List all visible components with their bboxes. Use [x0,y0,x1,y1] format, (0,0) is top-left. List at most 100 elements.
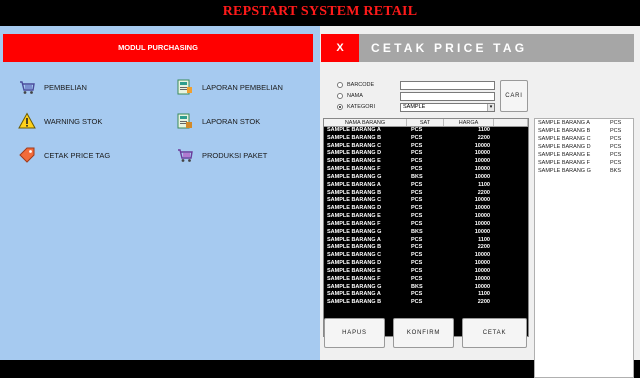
menu-item-warning-stok[interactable]: WARNING STOK [18,112,102,130]
package-cart-icon [176,146,194,164]
radio-label: KATEGORI [347,104,376,110]
table-body[interactable]: SAMPLE BARANG A PCS 1100 SAMPLE BARANG B PCS… [324,127,528,307]
table-cell: 10000 [474,275,490,282]
table-row[interactable]: SAMPLE BARANG D PCS 10000 [324,150,528,158]
radio-kategori[interactable]: KATEGORI [337,104,375,110]
menu-item-produksi-paket[interactable]: PRODUKSI PAKET [176,146,267,164]
menu-label: CETAK PRICE TAG [44,150,111,160]
cart-icon [18,78,36,96]
list-item[interactable]: SAMPLE BARANG B PCS [535,127,633,135]
radio-barcode[interactable]: BARCODE [337,82,374,88]
table-row[interactable]: SAMPLE BARANG A PCS 1100 [324,237,528,245]
table-row[interactable]: SAMPLE BARANG F PCS 10000 [324,276,528,284]
table-row[interactable]: SAMPLE BARANG G BKS 10000 [324,174,528,182]
menu-label: WARNING STOK [44,116,103,126]
radio-button[interactable] [337,104,343,110]
table-row[interactable]: SAMPLE BARANG C PCS 10000 [324,143,528,151]
list-item-unit: PCS [610,144,622,150]
table-cell: SAMPLE BARANG G [327,228,382,235]
close-button[interactable]: X [321,34,359,62]
report-icon [176,78,194,96]
table-cell: SAMPLE BARANG F [327,166,381,173]
hapus-button[interactable]: HAPUS [324,318,385,348]
list-item-name: SAMPLE BARANG D [538,144,591,150]
product-table[interactable]: NAMA BARANG SAT HARGA SAMPLE BARANG A PCS… [323,118,529,337]
kategori-select[interactable]: SAMPLE ▾ [400,103,495,112]
table-cell: 10000 [474,142,490,149]
menu-item-cetak-price-tag[interactable]: CETAK PRICE TAG [18,146,110,164]
list-item-name: SAMPLE BARANG G [538,168,591,174]
column-header[interactable]: HARGA [444,119,494,126]
list-item[interactable]: SAMPLE BARANG C PCS [535,135,633,143]
chevron-down-icon[interactable]: ▾ [487,104,494,111]
module-title: MODUL PURCHASING [3,34,313,62]
table-cell: SAMPLE BARANG B [327,244,382,251]
radio-nama[interactable]: NAMA [337,93,363,99]
table-row[interactable]: SAMPLE BARANG A PCS 1100 [324,127,528,135]
right-panel: X CETAK PRICE TAG BARCODE NAMA KATEGORI … [320,26,640,378]
app-title: REPSTART SYSTEM RETAIL [222,4,418,19]
menu-item-laporan-stok[interactable]: LAPORAN STOK [176,112,260,130]
table-row[interactable]: SAMPLE BARANG C PCS 10000 [324,197,528,205]
list-item[interactable]: SAMPLE BARANG D PCS [535,143,633,151]
table-cell: SAMPLE BARANG D [327,260,382,267]
list-item[interactable]: SAMPLE BARANG G BKS [535,167,633,175]
konfirm-button[interactable]: KONFIRM [393,318,454,348]
search-button[interactable]: CARI [500,80,528,112]
table-row[interactable]: SAMPLE BARANG A PCS 1100 [324,291,528,299]
table-cell: PCS [411,134,423,141]
table-row[interactable]: SAMPLE BARANG E PCS 10000 [324,268,528,276]
table-cell: PCS [411,197,423,204]
table-row[interactable]: SAMPLE BARANG D PCS 10000 [324,205,528,213]
menu-item-laporan-pembelian[interactable]: LAPORAN PEMBELIAN [176,78,283,96]
table-header: NAMA BARANG SAT HARGA [324,119,528,127]
table-cell: 2200 [477,189,490,196]
table-cell: PCS [411,244,423,251]
list-item-unit: BKS [610,168,622,174]
table-cell: 1100 [478,291,490,298]
table-cell: 10000 [474,173,490,180]
list-item-name: SAMPLE BARANG F [538,160,590,166]
table-row[interactable]: SAMPLE BARANG F PCS 10000 [324,166,528,174]
table-row[interactable]: SAMPLE BARANG G BKS 10000 [324,284,528,292]
list-item[interactable]: SAMPLE BARANG F PCS [535,159,633,167]
table-cell: 2200 [477,299,490,306]
table-row[interactable]: SAMPLE BARANG E PCS 10000 [324,213,528,221]
table-cell: PCS [411,205,423,212]
table-row[interactable]: SAMPLE BARANG B PCS 2200 [324,190,528,198]
table-cell: SAMPLE BARANG A [327,127,381,133]
column-header[interactable]: NAMA BARANG [324,119,407,126]
table-row[interactable]: SAMPLE BARANG B PCS 2200 [324,299,528,307]
table-row[interactable]: SAMPLE BARANG E PCS 10000 [324,158,528,166]
table-row[interactable]: SAMPLE BARANG G BKS 10000 [324,229,528,237]
column-header[interactable]: SAT [407,119,444,126]
table-cell: SAMPLE BARANG B [327,299,382,306]
table-row[interactable]: SAMPLE BARANG B PCS 2200 [324,244,528,252]
radio-button[interactable] [337,82,343,88]
table-cell: 10000 [474,283,490,290]
radio-label: NAMA [347,93,363,99]
list-item[interactable]: SAMPLE BARANG A PCS [535,119,633,127]
cetak-button[interactable]: CETAK [462,318,527,348]
table-cell: SAMPLE BARANG C [327,197,382,204]
radio-button[interactable] [337,93,343,99]
table-cell: SAMPLE BARANG D [327,150,382,157]
table-cell: PCS [411,166,423,173]
table-cell: PCS [411,275,423,282]
table-cell: BKS [411,228,423,235]
table-cell: PCS [411,260,423,267]
table-cell: SAMPLE BARANG A [327,181,381,188]
list-item[interactable]: SAMPLE BARANG E PCS [535,151,633,159]
nama-input[interactable] [400,92,495,101]
table-row[interactable]: SAMPLE BARANG C PCS 10000 [324,252,528,260]
menu-item-pembelian[interactable]: PEMBELIAN [18,78,87,96]
table-cell: SAMPLE BARANG E [327,213,381,220]
table-row[interactable]: SAMPLE BARANG B PCS 2200 [324,135,528,143]
table-row[interactable]: SAMPLE BARANG A PCS 1100 [324,182,528,190]
table-row[interactable]: SAMPLE BARANG D PCS 10000 [324,260,528,268]
barcode-input[interactable] [400,81,495,90]
selected-items-list[interactable]: SAMPLE BARANG A PCS SAMPLE BARANG B PCS SAMP… [534,118,634,378]
table-cell: PCS [411,267,423,274]
list-item-name: SAMPLE BARANG A [538,120,590,126]
table-row[interactable]: SAMPLE BARANG F PCS 10000 [324,221,528,229]
